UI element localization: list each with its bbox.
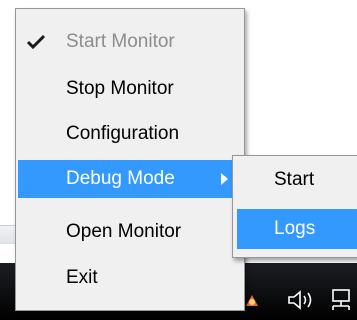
submenu-arrow-icon bbox=[221, 173, 228, 185]
menu-item-exit[interactable]: Exit bbox=[18, 259, 242, 297]
menu-item-label: Start Monitor bbox=[66, 31, 175, 52]
menu-item-label: Stop Monitor bbox=[66, 78, 174, 99]
menu-item-open-monitor[interactable]: Open Monitor bbox=[18, 213, 242, 251]
checkmark-icon bbox=[27, 34, 45, 50]
menu-item-label: Open Monitor bbox=[66, 221, 182, 242]
debug-mode-submenu: Start Logs bbox=[232, 155, 357, 258]
menu-item-label: Debug Mode bbox=[66, 168, 175, 189]
submenu-item-logs[interactable]: Logs bbox=[237, 209, 357, 249]
menu-item-start-monitor[interactable]: Start Monitor bbox=[18, 23, 242, 61]
menu-item-stop-monitor[interactable]: Stop Monitor bbox=[18, 70, 242, 108]
menu-item-debug-mode[interactable]: Debug Mode bbox=[18, 160, 242, 198]
submenu-item-label: Logs bbox=[274, 218, 316, 239]
submenu-item-label: Start bbox=[274, 169, 315, 190]
context-menu: Start Monitor Stop Monitor Configuration… bbox=[15, 8, 245, 311]
network-icon[interactable] bbox=[330, 288, 354, 312]
app-tray-icon[interactable] bbox=[244, 292, 260, 308]
speaker-icon[interactable] bbox=[287, 289, 317, 311]
menu-item-label: Configuration bbox=[66, 123, 180, 144]
submenu-item-start[interactable]: Start bbox=[237, 160, 357, 200]
menu-item-configuration[interactable]: Configuration bbox=[18, 115, 242, 153]
menu-item-label: Exit bbox=[66, 267, 98, 288]
